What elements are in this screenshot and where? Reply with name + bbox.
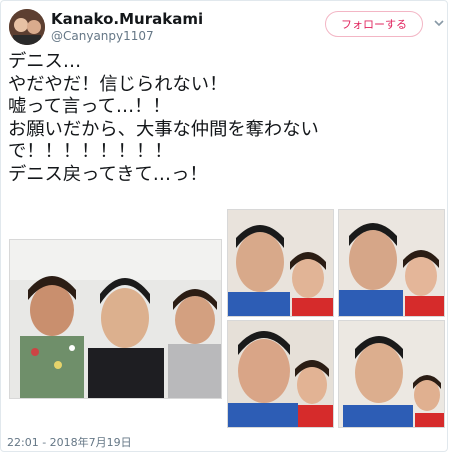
tweet-card: Kanako.Murakami @Canyanpy1107 フォローする デニス… (0, 0, 448, 452)
tweet-text: デニス… やだやだ！信じられない！ 嘘って言って…！！ お願いだから、大事な仲間… (8, 51, 444, 186)
user-avatar[interactable] (9, 9, 45, 45)
selfie-photo-1[interactable] (227, 209, 334, 317)
chevron-down-icon[interactable] (433, 17, 445, 29)
avatar-photo-icon (9, 9, 45, 45)
follow-button-label: フォローする (341, 18, 407, 31)
selfie-photo-3[interactable] (227, 320, 334, 428)
group-selfie-photo[interactable] (9, 239, 222, 399)
tweet-text-line: で！！！！！！！！ (8, 141, 173, 162)
tweet-text-line: デニス… (8, 51, 82, 72)
tweet-text-line: やだやだ！信じられない！ (8, 73, 228, 95)
user-handle[interactable]: @Canyanpy1107 (51, 29, 154, 43)
selfie-photo-2[interactable] (338, 209, 445, 317)
selfie-photo-4[interactable] (338, 320, 445, 428)
tweet-timestamp[interactable]: 22:01 - 2018年7月19日 (7, 434, 132, 450)
tweet-text-line: 嘘って言って…！！ (8, 96, 171, 117)
display-name[interactable]: Kanako.Murakami (51, 10, 203, 28)
follow-button[interactable]: フォローする (325, 11, 423, 37)
tweet-text-line: お願いだから、大事な仲間を奪わない (8, 118, 319, 140)
tweet-text-line: デニス戻ってきて…っ！ (8, 163, 208, 185)
tweet-header: Kanako.Murakami @Canyanpy1107 フォローする (9, 7, 445, 47)
